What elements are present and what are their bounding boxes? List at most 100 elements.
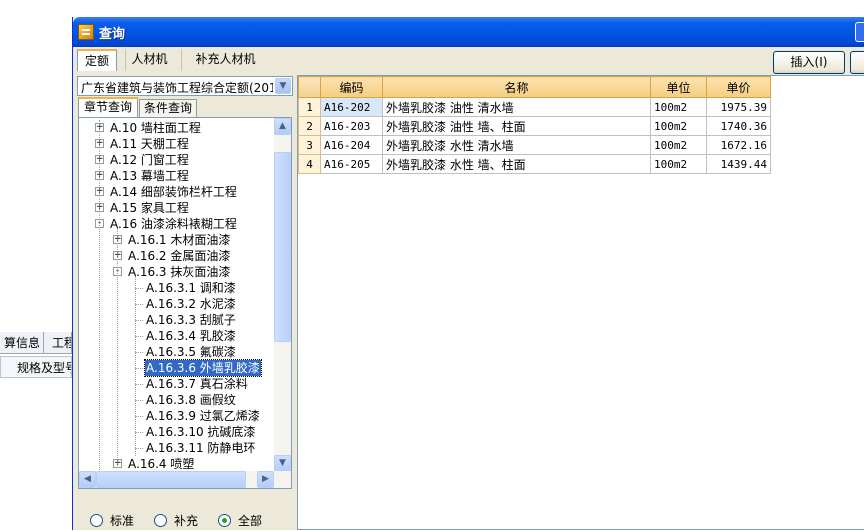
tree-item[interactable]: + A.11 天棚工程 xyxy=(79,136,274,152)
chapter-tree[interactable]: + A.10 墙柱面工程 + A.11 天棚工程 + A.12 门窗工程 + A.13 幕墙工… xyxy=(78,117,292,489)
row-number: 4 xyxy=(298,154,321,174)
tree-connector xyxy=(135,368,143,369)
tree-item-label: A.16.3.6 外墙乳胶漆 xyxy=(144,359,262,377)
cell-code[interactable]: A16-202 xyxy=(320,97,383,117)
tree-item[interactable]: A.16.3.5 氟碳漆 xyxy=(79,344,274,360)
tree-item-label: A.16.4 喷塑 xyxy=(128,457,195,471)
cell-name[interactable]: 外墙乳胶漆 油性 清水墙 xyxy=(382,97,651,117)
cell-unit[interactable]: 100m2 xyxy=(650,154,707,174)
secondary-button[interactable] xyxy=(850,51,864,74)
table-row[interactable]: 2 A16-203 外墙乳胶漆 油性 墙、柱面 100m2 1740.36 xyxy=(298,116,771,136)
title-bar[interactable]: 查询 xyxy=(73,17,864,47)
cell-unit[interactable]: 100m2 xyxy=(650,97,707,117)
tab-condition-query[interactable]: 条件查询 xyxy=(139,99,197,117)
radio-supplement[interactable] xyxy=(154,514,167,527)
grid-corner xyxy=(298,76,321,98)
tree-item-label: A.16.3 抹灰面油漆 xyxy=(128,265,231,279)
tab-chapter-query[interactable]: 章节查询 xyxy=(78,97,138,117)
tree-item-label: A.10 墙柱面工程 xyxy=(110,121,201,135)
column-header-price[interactable]: 单价 xyxy=(706,76,771,98)
background-tab-calc-info[interactable]: 算信息 xyxy=(0,332,44,354)
radio-all-label: 全部 xyxy=(238,514,263,528)
background-tab-project[interactable]: 工程 xyxy=(48,332,72,354)
scroll-up-icon[interactable]: ▲ xyxy=(274,118,291,135)
tree-item-label: A.16.3.7 真石涂料 xyxy=(146,377,248,391)
tree-item[interactable]: + A.14 细部装饰栏杆工程 xyxy=(79,184,274,200)
tree-item[interactable]: + A.12 门窗工程 xyxy=(79,152,274,168)
tree-item[interactable]: A.16.3.9 过氯乙烯漆 xyxy=(79,408,274,424)
tree-guide-line xyxy=(117,228,118,468)
tree-item-label: A.12 门窗工程 xyxy=(110,153,189,167)
cell-unit[interactable]: 100m2 xyxy=(650,116,707,136)
query-dialog: 查询 定额 人材机 补充人材机 插入(I) 广东省建筑与装饰工程综合定额(201… xyxy=(72,17,864,530)
tree-connector xyxy=(135,320,143,321)
radio-standard-label: 标准 xyxy=(110,514,135,528)
scroll-right-icon[interactable]: ▶ xyxy=(257,471,274,488)
tree-vertical-scrollbar[interactable]: ▲ ▼ xyxy=(274,118,291,472)
app-icon xyxy=(78,24,94,40)
radio-all[interactable] xyxy=(218,514,231,527)
cell-unit[interactable]: 100m2 xyxy=(650,135,707,155)
combo-arrow-icon[interactable]: ▼ xyxy=(275,78,291,94)
table-row[interactable]: 1 A16-202 外墙乳胶漆 油性 清水墙 100m2 1975.39 xyxy=(298,97,771,117)
tree-connector xyxy=(135,352,143,353)
cell-price[interactable]: 1975.39 xyxy=(706,97,771,117)
tree-item[interactable]: A.16.3.7 真石涂料 xyxy=(79,376,274,392)
tree-item[interactable]: A.16.3.11 防静电环 xyxy=(79,440,274,456)
tree-item[interactable]: A.16.3.2 水泥漆 xyxy=(79,296,274,312)
tree-item[interactable]: - A.16.3 抹灰面油漆 xyxy=(79,264,274,280)
cell-price[interactable]: 1439.44 xyxy=(706,154,771,174)
tree-item[interactable]: - A.16 油漆涂料裱糊工程 xyxy=(79,216,274,232)
cell-code[interactable]: A16-205 xyxy=(320,154,383,174)
tree-item[interactable]: + A.16.2 金属面油漆 xyxy=(79,248,274,264)
tree-guide-line xyxy=(135,276,136,456)
cell-name[interactable]: 外墙乳胶漆 水性 清水墙 xyxy=(382,135,651,155)
tab-supplement-labor-material[interactable]: 补充人材机 xyxy=(181,49,269,71)
tree-connector xyxy=(135,448,143,449)
table-row[interactable]: 4 A16-205 外墙乳胶漆 水性 墙、柱面 100m2 1439.44 xyxy=(298,154,771,174)
column-header-unit[interactable]: 单位 xyxy=(650,76,707,98)
tab-quota[interactable]: 定额 xyxy=(77,49,117,71)
tree-connector xyxy=(135,288,143,289)
tree-item-label: A.16.2 金属面油漆 xyxy=(128,249,231,263)
tree-item[interactable]: A.16.3.4 乳胶漆 xyxy=(79,328,274,344)
cell-code[interactable]: A16-203 xyxy=(320,116,383,136)
tree-item-label: A.16.3.2 水泥漆 xyxy=(146,297,236,311)
background-tab-strip: 算信息 工程 xyxy=(0,332,72,354)
cell-name[interactable]: 外墙乳胶漆 油性 墙、柱面 xyxy=(382,116,651,136)
scroll-left-icon[interactable]: ◀ xyxy=(79,471,96,488)
tree-item-label: A.14 细部装饰栏杆工程 xyxy=(110,185,237,199)
window-control-button[interactable] xyxy=(855,22,864,42)
cell-price[interactable]: 1740.36 xyxy=(706,116,771,136)
tree-item[interactable]: + A.13 幕墙工程 xyxy=(79,168,274,184)
radio-standard[interactable] xyxy=(90,514,103,527)
table-row[interactable]: 3 A16-204 外墙乳胶漆 水性 清水墙 100m2 1672.16 xyxy=(298,135,771,155)
tree-scroll-thumb[interactable] xyxy=(274,152,291,342)
insert-button[interactable]: 插入(I) xyxy=(773,51,845,74)
main-tab-strip: 定额 人材机 补充人材机 xyxy=(73,47,864,71)
scroll-down-icon[interactable]: ▼ xyxy=(274,455,291,472)
tree-item[interactable]: A.16.3.1 调和漆 xyxy=(79,280,274,296)
tree-item[interactable]: + A.16.4 喷塑 xyxy=(79,456,274,472)
cell-price[interactable]: 1672.16 xyxy=(706,135,771,155)
row-number: 3 xyxy=(298,135,321,155)
tree-hscroll-thumb[interactable] xyxy=(96,471,246,488)
tree-item[interactable]: + A.16.1 木材面油漆 xyxy=(79,232,274,248)
tree-connector xyxy=(135,304,143,305)
cell-name[interactable]: 外墙乳胶漆 水性 墙、柱面 xyxy=(382,154,651,174)
column-header-code[interactable]: 编码 xyxy=(320,76,383,98)
tree-item[interactable]: A.16.3.8 画假纹 xyxy=(79,392,274,408)
cell-code[interactable]: A16-204 xyxy=(320,135,383,155)
tree-item[interactable]: A.16.3.6 外墙乳胶漆 xyxy=(79,359,274,377)
tree-item-label: A.16.3.3 刮腻子 xyxy=(146,313,236,327)
tab-labor-material[interactable]: 人材机 xyxy=(125,49,173,71)
tree-item[interactable]: A.16.3.10 抗碱底漆 xyxy=(79,424,274,440)
quota-library-select[interactable]: 广东省建筑与装饰工程综合定额(2010) ▼ xyxy=(77,76,293,96)
tree-horizontal-scrollbar[interactable]: ◀ ▶ xyxy=(79,471,291,488)
tree-item[interactable]: A.16.3.3 刮腻子 xyxy=(79,312,274,328)
tree-item[interactable]: + A.15 家具工程 xyxy=(79,200,274,216)
tree-item[interactable]: + A.10 墙柱面工程 xyxy=(79,120,274,136)
column-header-name[interactable]: 名称 xyxy=(382,76,651,98)
tree-item-label: A.16.3.1 调和漆 xyxy=(146,281,236,295)
row-number: 2 xyxy=(298,116,321,136)
